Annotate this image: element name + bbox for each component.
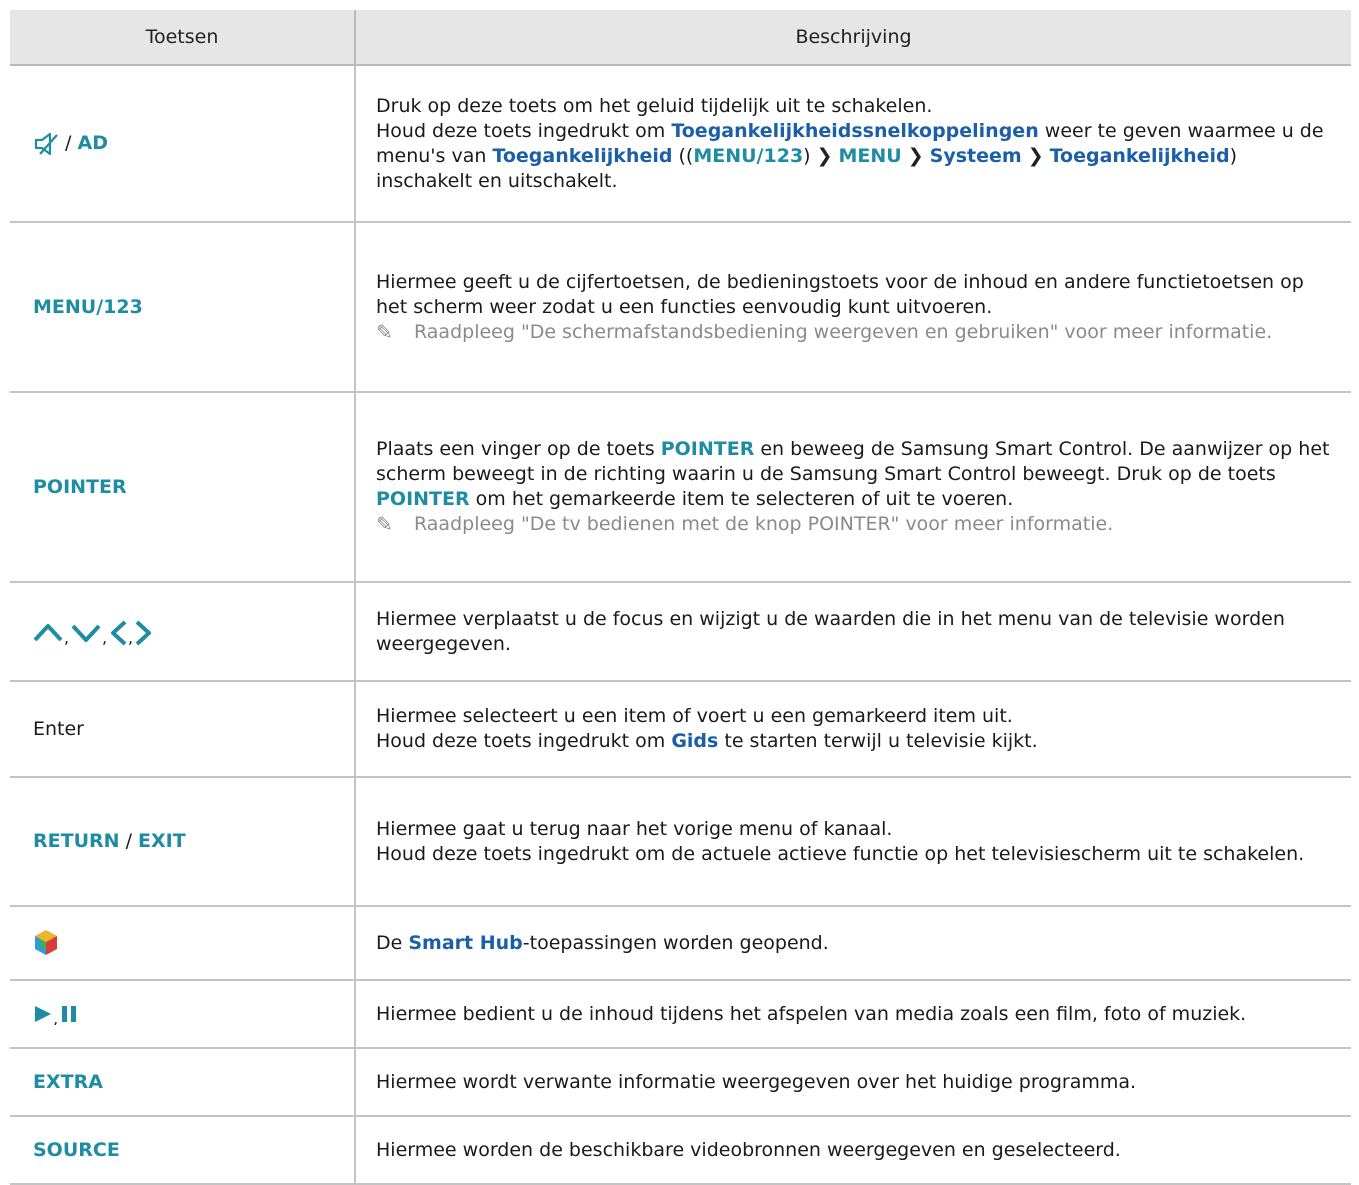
- smart-hub-icon: [33, 929, 59, 957]
- play-pause-icons: ,: [33, 1003, 93, 1025]
- description-cell: Druk op deze toets om het geluid tijdeli…: [355, 65, 1351, 223]
- text-fragment: om het gemarkeerde item te selecteren of…: [469, 488, 1014, 510]
- key-source: SOURCE: [33, 1138, 120, 1161]
- key-exit: EXIT: [138, 830, 186, 852]
- key-cell: POINTER: [10, 392, 356, 583]
- up-arrow-icon: [33, 623, 63, 641]
- note: ✎ Raadpleeg "De schermafstandsbediening …: [376, 320, 1333, 345]
- description-line: Hiermee wordt verwante informatie weerge…: [376, 1070, 1137, 1093]
- pencil-icon: ✎: [376, 512, 393, 536]
- link-systeem[interactable]: Systeem: [930, 145, 1022, 167]
- key-cell: [10, 906, 356, 981]
- key-cell: , , ,: [10, 582, 356, 682]
- menu-label: MENU: [838, 144, 902, 167]
- table-row: EXTRA Hiermee wordt verwante informatie …: [10, 1048, 1351, 1117]
- right-arrow-icon: [135, 620, 151, 645]
- direction-arrows: , , ,: [33, 618, 183, 646]
- text-fragment: Houd deze toets ingedrukt om: [376, 119, 672, 142]
- description-cell: Hiermee geeft u de cijfertoetsen, de bed…: [355, 222, 1351, 393]
- pointer-label: POINTER: [376, 488, 470, 510]
- key-enter: Enter: [33, 717, 84, 740]
- pointer-label: POINTER: [660, 438, 755, 460]
- down-arrow-icon: [71, 624, 101, 642]
- key-menu-123: MENU/123: [33, 295, 143, 318]
- mute-icon: [33, 132, 59, 156]
- pause-icon: [62, 1006, 76, 1022]
- text-fragment: De: [376, 931, 409, 954]
- key-cell: EXTRA: [10, 1048, 356, 1117]
- play-icon: [35, 1006, 51, 1022]
- text-fragment: -toepassingen worden geopend.: [522, 931, 829, 954]
- description-line: Hiermee verplaatst u de focus en wijzigt…: [376, 607, 1285, 655]
- key-cell: SOURCE: [10, 1116, 356, 1185]
- key-cell: / AD: [10, 65, 356, 223]
- left-arrow-icon: [111, 620, 127, 645]
- link-toegankelijkheid[interactable]: Toegankelijkheid: [492, 145, 672, 167]
- note-text: Raadpleeg "De schermafstandsbediening we…: [414, 320, 1273, 343]
- table-row: MENU/123 Hiermee geeft u de cijfertoetse…: [10, 222, 1351, 393]
- table-header-row: Toetsen Beschrijving: [10, 10, 1351, 66]
- header-beschrijving: Beschrijving: [355, 10, 1351, 66]
- description-cell: Plaats een vinger op de toets POINTER en…: [355, 392, 1351, 583]
- description-line: Hiermee selecteert u een item of voert u…: [376, 705, 1013, 727]
- description-cell: De Smart Hub-toepassingen worden geopend…: [355, 906, 1351, 981]
- key-ad: AD: [77, 132, 108, 154]
- description-line: Houd deze toets ingedrukt om de actuele …: [376, 842, 1305, 865]
- key-separator: /: [119, 830, 139, 852]
- description-cell: Hiermee bedient u de inhoud tijdens het …: [355, 980, 1351, 1049]
- description-line: Druk op deze toets om het geluid tijdeli…: [376, 94, 933, 117]
- svg-text:,: ,: [64, 628, 69, 646]
- chevron-right-icon: ❯: [1027, 144, 1044, 167]
- key-extra: EXTRA: [33, 1070, 103, 1093]
- key-return: RETURN: [33, 830, 120, 852]
- header-toetsen: Toetsen: [10, 10, 356, 66]
- note: ✎ Raadpleeg "De tv bedienen met de knop …: [376, 512, 1333, 537]
- table-row: , Hiermee bedient u de inhoud tijdens he…: [10, 980, 1351, 1049]
- note-text: Raadpleeg "De tv bedienen met de knop PO…: [414, 513, 1114, 535]
- key-cell: ,: [10, 980, 356, 1049]
- text-fragment: ((: [672, 144, 694, 167]
- text-fragment: Houd deze toets ingedrukt om: [376, 730, 672, 752]
- pencil-icon: ✎: [376, 319, 393, 344]
- description-line: Houd deze toets ingedrukt om Gids te sta…: [376, 729, 1333, 754]
- description-line: Hiermee geeft u de cijfertoetsen, de bed…: [376, 270, 1304, 318]
- svg-text:,: ,: [128, 628, 133, 646]
- svg-text:,: ,: [102, 628, 107, 646]
- table-row: Enter Hiermee selecteert u een item of v…: [10, 681, 1351, 778]
- remote-keys-table: Toetsen Beschrijving / AD Druk op deze t…: [10, 10, 1351, 1185]
- link-toegankelijkheidssnelkoppelingen[interactable]: Toegankelijkheidssnelkoppelingen: [671, 120, 1038, 142]
- description-line: Houd deze toets ingedrukt om Toegankelij…: [376, 119, 1333, 194]
- menu-123-label: MENU/123: [693, 144, 804, 167]
- link-gids[interactable]: Gids: [671, 730, 718, 752]
- table-row: De Smart Hub-toepassingen worden geopend…: [10, 906, 1351, 981]
- text-fragment: Plaats een vinger op de toets: [376, 438, 661, 460]
- table-row: SOURCE Hiermee worden de beschikbare vid…: [10, 1116, 1351, 1185]
- link-smart-hub[interactable]: Smart Hub: [408, 932, 522, 954]
- text-fragment: te starten terwijl u televisie kijkt.: [718, 730, 1038, 752]
- key-cell: Enter: [10, 681, 356, 778]
- key-pointer: POINTER: [33, 475, 127, 498]
- chevron-right-icon: ❯: [816, 144, 833, 167]
- description-line: Hiermee worden de beschikbare videobronn…: [376, 1138, 1121, 1161]
- description-cell: Hiermee wordt verwante informatie weerge…: [355, 1048, 1351, 1117]
- table-row: , , , Hiermee verplaatst u de focus en w…: [10, 582, 1351, 682]
- key-cell: RETURN / EXIT: [10, 777, 356, 907]
- description-cell: Hiermee worden de beschikbare videobronn…: [355, 1116, 1351, 1185]
- description-cell: Hiermee verplaatst u de focus en wijzigt…: [355, 582, 1351, 682]
- description-cell: Hiermee selecteert u een item of voert u…: [355, 681, 1351, 778]
- svg-text:,: ,: [53, 1009, 58, 1025]
- chevron-right-icon: ❯: [907, 144, 924, 167]
- description-cell: Hiermee gaat u terug naar het vorige men…: [355, 777, 1351, 907]
- key-cell: MENU/123: [10, 222, 356, 393]
- link-toegankelijkheid[interactable]: Toegankelijkheid: [1050, 145, 1230, 167]
- table-row: POINTER Plaats een vinger op de toets PO…: [10, 392, 1351, 583]
- table-row: RETURN / EXIT Hiermee gaat u terug naar …: [10, 777, 1351, 907]
- description-line: Hiermee bedient u de inhoud tijdens het …: [376, 1002, 1247, 1025]
- description-line: De Smart Hub-toepassingen worden geopend…: [376, 931, 1333, 956]
- description-line: Plaats een vinger op de toets POINTER en…: [376, 437, 1333, 512]
- table-row: / AD Druk op deze toets om het geluid ti…: [10, 65, 1351, 223]
- text-fragment: ): [803, 144, 811, 167]
- description-line: Hiermee gaat u terug naar het vorige men…: [376, 817, 893, 840]
